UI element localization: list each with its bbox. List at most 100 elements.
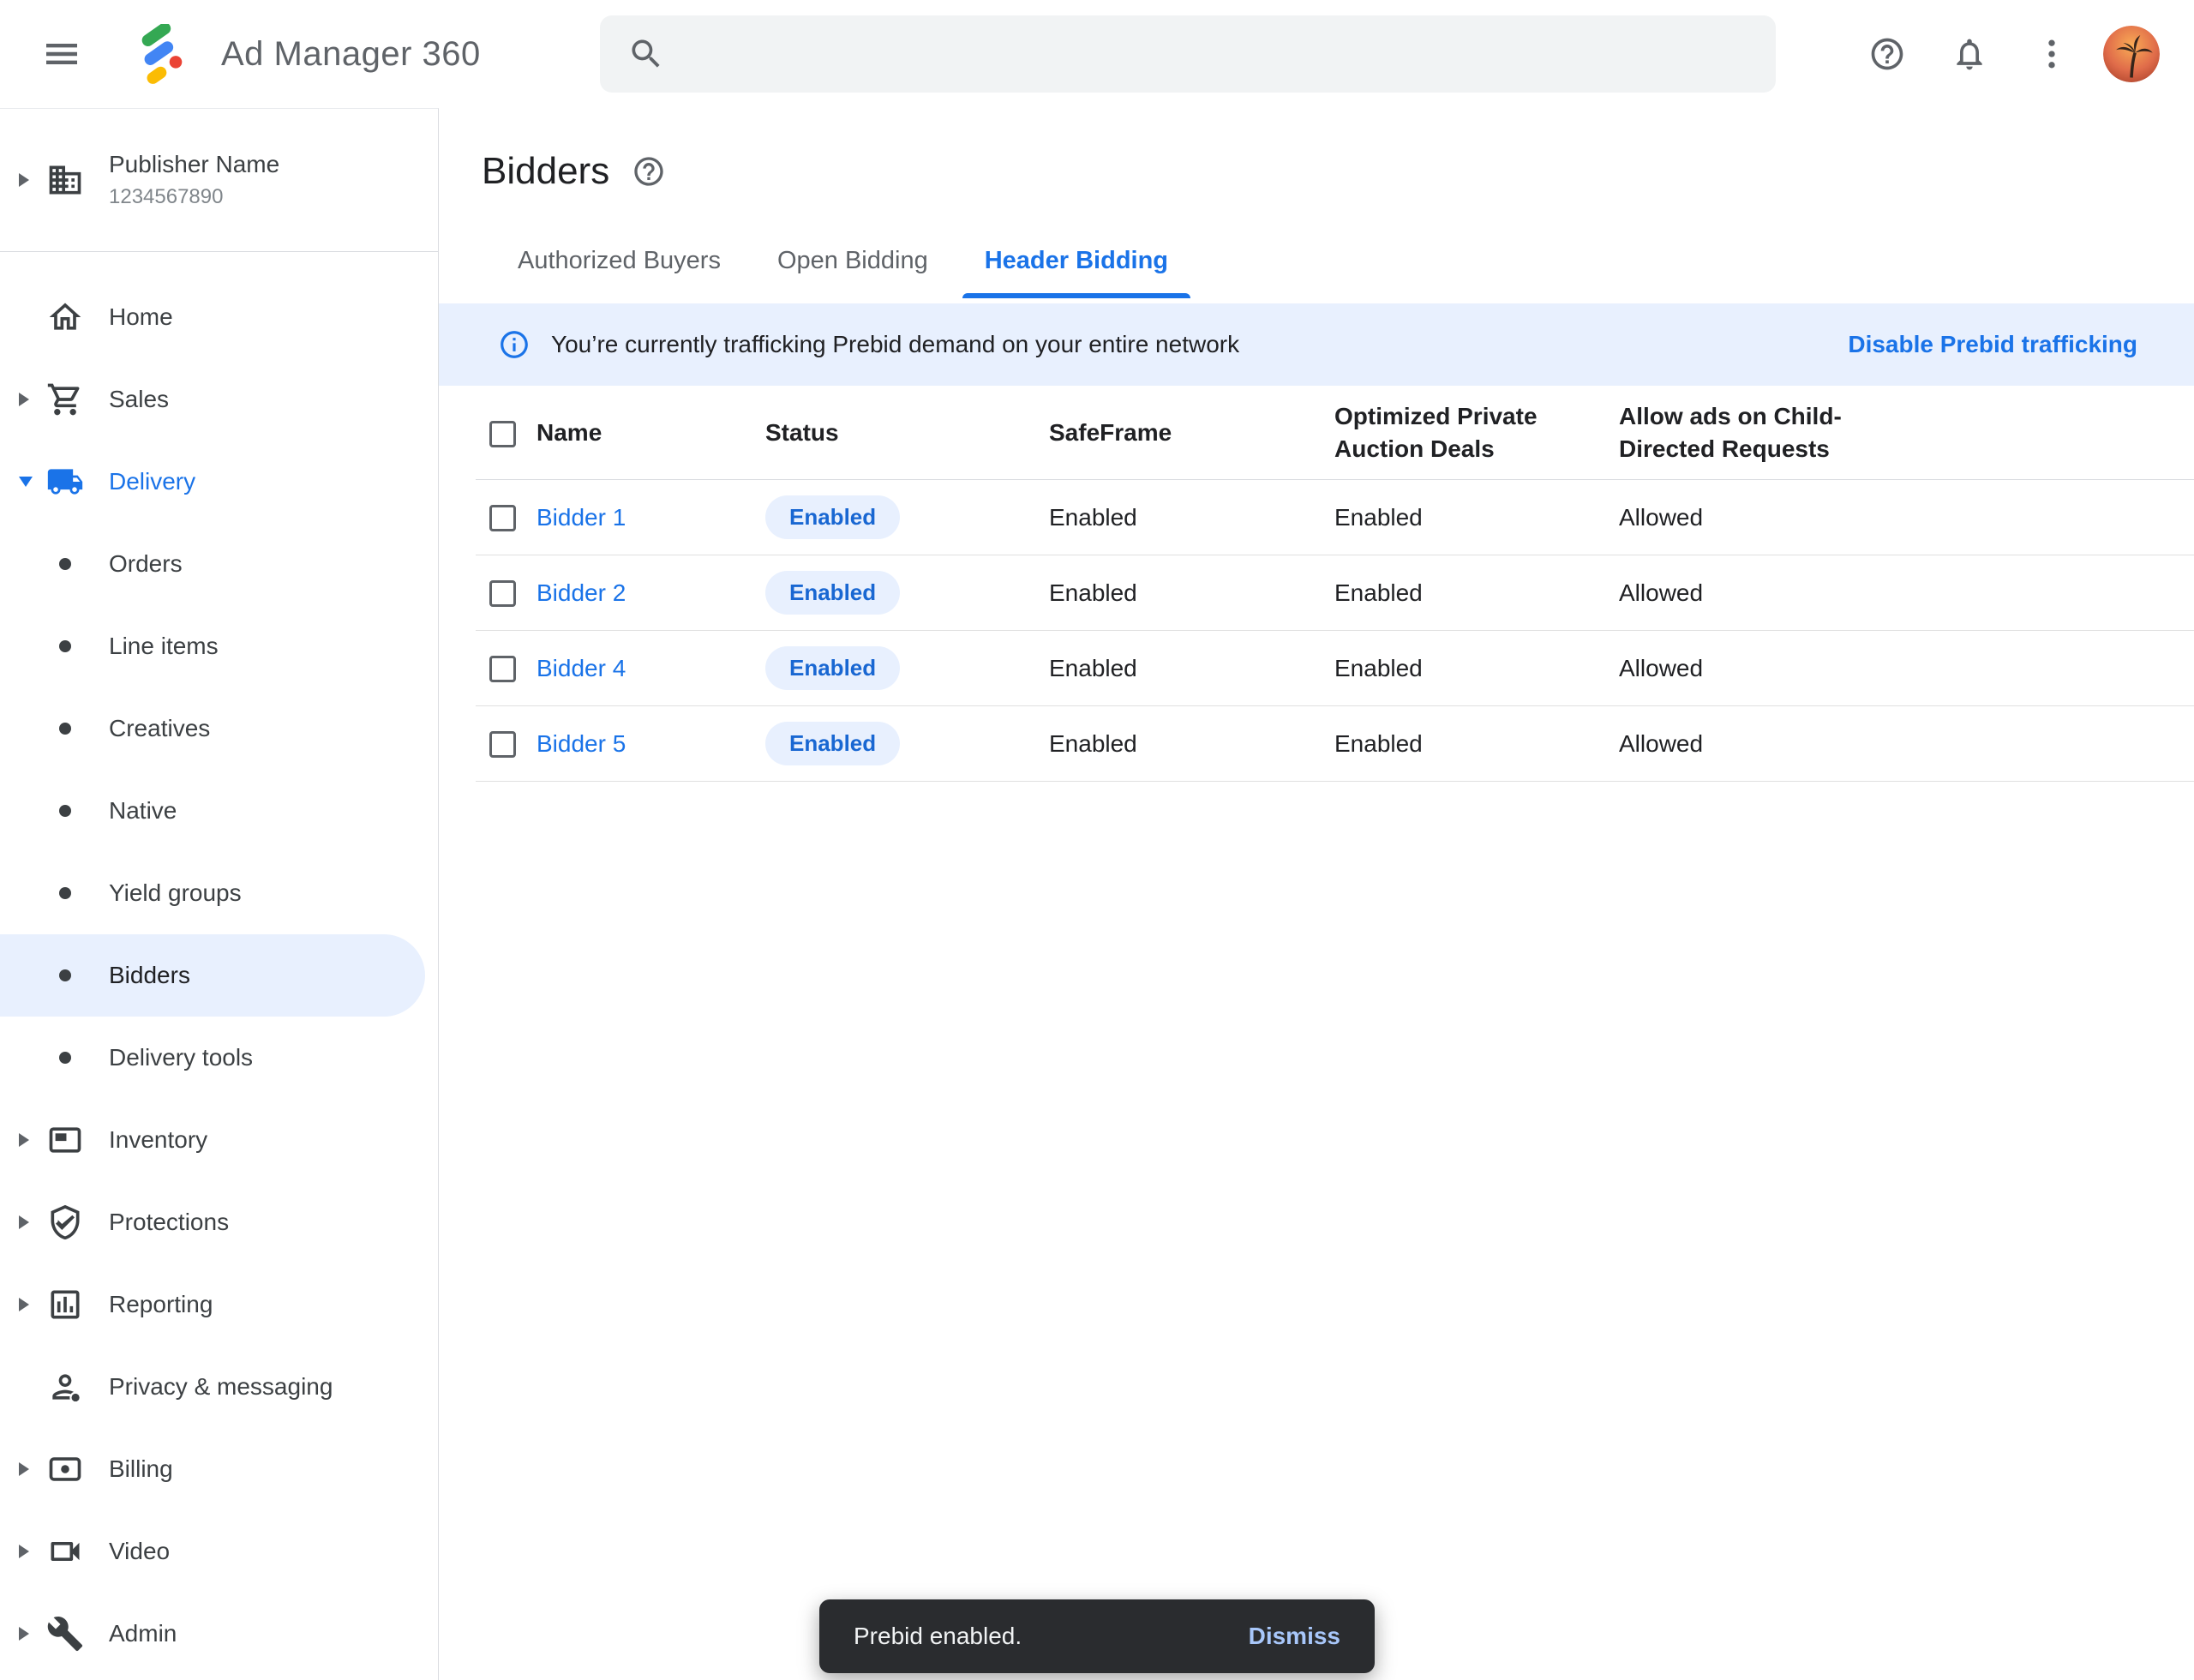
select-all-checkbox[interactable] (489, 421, 516, 447)
more-options-icon[interactable] (2021, 23, 2083, 85)
dismiss-button[interactable]: Dismiss (1249, 1623, 1340, 1650)
table-row: Bidder 4 Enabled Enabled Enabled Allowed (476, 631, 2194, 706)
bullet-icon (46, 627, 84, 665)
sidebar-item-delivery[interactable]: Delivery (0, 441, 425, 523)
table-row: Bidder 1 Enabled Enabled Enabled Allowed (476, 480, 2194, 555)
sidebar-item-label: Video (109, 1538, 170, 1565)
hamburger-menu-icon[interactable] (21, 13, 103, 95)
tab-bar: Authorized Buyers Open Bidding Header Bi… (495, 223, 2194, 298)
opd-value: Enabled (1334, 655, 1619, 682)
account-avatar[interactable] (2103, 26, 2160, 82)
row-checkbox[interactable] (489, 731, 516, 758)
building-icon (46, 161, 84, 199)
column-header-optimized-private-auction-deals: Optimized Private Auction Deals (1334, 400, 1619, 465)
sidebar-nav: Home Sales Delivery Orders (0, 252, 438, 1675)
status-badge: Enabled (765, 722, 900, 765)
sidebar-item-protections[interactable]: Protections (0, 1181, 425, 1263)
shield-icon (46, 1203, 84, 1241)
status-badge: Enabled (765, 495, 900, 539)
bullet-icon (46, 792, 84, 830)
tab-open-bidding[interactable]: Open Bidding (755, 223, 950, 298)
sidebar-item-label: Billing (109, 1455, 173, 1483)
sidebar-item-delivery-tools[interactable]: Delivery tools (0, 1017, 425, 1099)
prebid-info-banner: You’re currently trafficking Prebid dema… (439, 303, 2194, 386)
expand-caret-icon (19, 1462, 29, 1476)
search-icon (627, 35, 665, 73)
column-header-safeframe: SafeFrame (1049, 417, 1334, 449)
search-input[interactable] (687, 15, 1776, 93)
bullet-icon (46, 957, 84, 994)
sidebar-item-home[interactable]: Home (0, 276, 425, 358)
column-header-status: Status (765, 417, 1049, 449)
info-icon (498, 328, 531, 361)
opd-value: Enabled (1334, 730, 1619, 758)
opd-value: Enabled (1334, 504, 1619, 531)
safeframe-value: Enabled (1049, 730, 1334, 758)
row-checkbox[interactable] (489, 505, 516, 531)
safeframe-value: Enabled (1049, 504, 1334, 531)
sidebar-item-privacy-messaging[interactable]: Privacy & messaging (0, 1346, 425, 1428)
sidebar-item-line-items[interactable]: Line items (0, 605, 425, 687)
expand-caret-icon (19, 1545, 29, 1558)
sidebar-item-orders[interactable]: Orders (0, 523, 425, 605)
child-directed-value: Allowed (1619, 730, 2194, 758)
bidder-link[interactable]: Bidder 5 (537, 730, 626, 757)
column-header-child-directed: Allow ads on Child-Directed Requests (1619, 400, 2194, 465)
row-checkbox[interactable] (489, 656, 516, 682)
child-directed-value: Allowed (1619, 655, 2194, 682)
sidebar-item-creatives[interactable]: Creatives (0, 687, 425, 770)
sidebar-item-reporting[interactable]: Reporting (0, 1263, 425, 1346)
sidebar-item-label: Sales (109, 386, 169, 413)
expand-caret-icon (19, 1627, 29, 1641)
child-directed-value: Allowed (1619, 579, 2194, 607)
search-bar[interactable] (600, 15, 1776, 93)
sidebar-item-sales[interactable]: Sales (0, 358, 425, 441)
sidebar-item-label: Orders (109, 550, 183, 578)
bullet-icon (46, 710, 84, 747)
table-row: Bidder 5 Enabled Enabled Enabled Allowed (476, 706, 2194, 782)
help-icon[interactable] (1856, 23, 1918, 85)
sidebar: Publisher Name 1234567890 Home Sales (0, 108, 439, 1680)
payment-card-icon (46, 1450, 84, 1488)
notifications-bell-icon[interactable] (1939, 23, 2000, 85)
sidebar-item-admin[interactable]: Admin (0, 1593, 425, 1675)
bullet-icon (46, 545, 84, 583)
page-help-icon[interactable] (632, 154, 666, 189)
home-icon (46, 298, 84, 336)
snackbar: Prebid enabled. Dismiss (819, 1599, 1375, 1673)
tab-authorized-buyers[interactable]: Authorized Buyers (495, 223, 743, 298)
child-directed-value: Allowed (1619, 504, 2194, 531)
sidebar-item-label: Inventory (109, 1126, 207, 1154)
safeframe-value: Enabled (1049, 579, 1334, 607)
tab-header-bidding[interactable]: Header Bidding (962, 223, 1190, 298)
sidebar-item-billing[interactable]: Billing (0, 1428, 425, 1510)
row-checkbox[interactable] (489, 580, 516, 607)
status-badge: Enabled (765, 571, 900, 615)
publisher-name: Publisher Name (109, 151, 279, 178)
expand-caret-icon (19, 1298, 29, 1311)
bidders-table: Name Status SafeFrame Optimized Private … (476, 386, 2194, 782)
sidebar-item-label: Home (109, 303, 173, 331)
opd-value: Enabled (1334, 579, 1619, 607)
sidebar-item-label: Native (109, 797, 177, 825)
bidder-link[interactable]: Bidder 4 (537, 655, 626, 681)
snackbar-message: Prebid enabled. (854, 1623, 1022, 1650)
sidebar-item-bidders[interactable]: Bidders (0, 934, 425, 1017)
sidebar-item-video[interactable]: Video (0, 1510, 425, 1593)
bar-chart-icon (46, 1286, 84, 1323)
sidebar-item-native[interactable]: Native (0, 770, 425, 852)
table-header-row: Name Status SafeFrame Optimized Private … (476, 386, 2194, 480)
sidebar-item-inventory[interactable]: Inventory (0, 1099, 425, 1181)
top-app-bar: Ad Manager 360 (0, 0, 2194, 108)
bullet-icon (46, 1039, 84, 1077)
page-title: Bidders (482, 146, 609, 197)
bidder-link[interactable]: Bidder 1 (537, 504, 626, 531)
person-privacy-icon (46, 1368, 84, 1406)
bidder-link[interactable]: Bidder 2 (537, 579, 626, 606)
sidebar-item-label: Yield groups (109, 879, 242, 907)
main-content: Bidders Authorized Buyers Open Bidding H… (439, 108, 2194, 1680)
expand-caret-icon (19, 393, 29, 406)
publisher-switcher[interactable]: Publisher Name 1234567890 (0, 109, 438, 252)
sidebar-item-yield-groups[interactable]: Yield groups (0, 852, 425, 934)
disable-prebid-trafficking-link[interactable]: Disable Prebid trafficking (1848, 331, 2137, 358)
